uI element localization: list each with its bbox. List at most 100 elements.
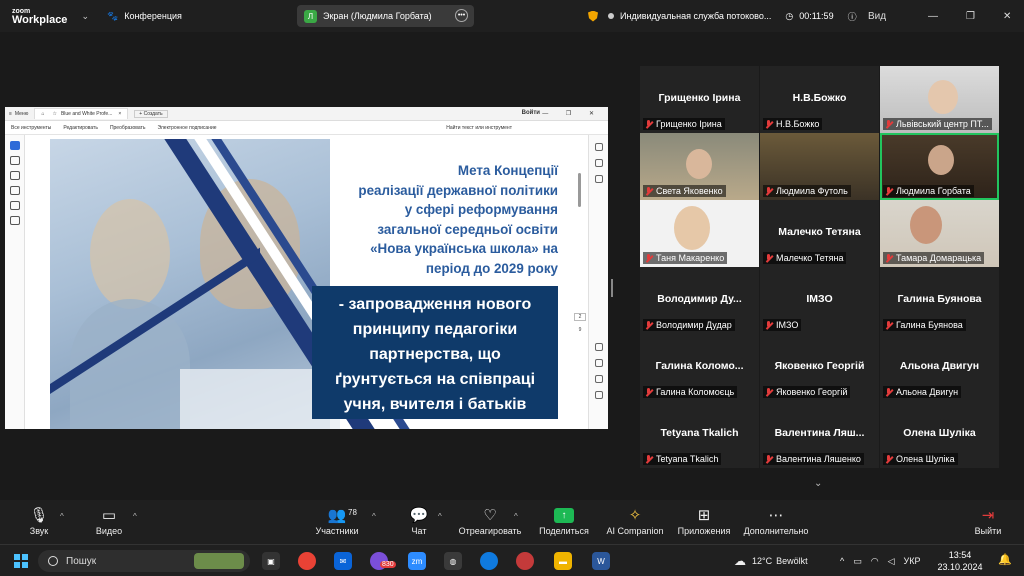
media-app-icon[interactable] [516,552,534,570]
mail-icon[interactable]: ✉ [334,552,352,570]
minimize-icon[interactable]: — [928,0,938,32]
participant-tile-video[interactable]: Тамара Домарацька [880,200,999,267]
edge-icon[interactable] [480,552,498,570]
wifi-icon[interactable]: ◠ [871,556,879,567]
more-button[interactable]: ⋯ Дополнительно [741,506,811,536]
word-icon[interactable]: W [592,552,610,570]
notification-bell-icon[interactable]: 🔔 [998,553,1012,566]
ai-companion-button[interactable]: ✧ AI Companion [603,506,667,536]
video-button[interactable]: ▭ Видео [94,506,124,536]
participant-video-face [686,149,712,179]
pen-tool-icon [9,171,20,180]
taskbar-search-input[interactable]: Пошук [38,550,250,572]
cloud-icon: ☁ [734,554,746,568]
chrome-icon[interactable] [298,552,316,570]
app-icon[interactable]: ◍ [444,552,462,570]
participants-button[interactable]: 👥 78 Участники [312,506,362,536]
participant-tile-video[interactable]: Таня Макаренко [640,200,759,267]
cursor-tool-icon [9,141,20,150]
file-explorer-icon[interactable]: ▬ [554,552,572,570]
participant-tile[interactable]: Грищенко Ірина Грищенко Ірина [640,66,759,133]
participant-tile[interactable]: Яковенко Георгій Яковенко Георгій [760,334,879,401]
stream-label[interactable]: Индивидуальная служба потоково... [620,11,771,21]
participant-tile[interactable]: Tetyana Tkalich Tetyana Tkalich [640,401,759,468]
apps-label: Приложения [677,526,731,536]
react-options-caret[interactable]: ^ [514,512,518,521]
weather-widget[interactable]: ☁ 12°C Bewölkt [734,545,808,576]
mic-muted-icon [885,320,892,330]
task-view-icon[interactable]: ▣ [262,552,280,570]
participant-tile[interactable]: Альона Двигун Альона Двигун [880,334,999,401]
mic-muted-icon [645,454,652,464]
participant-label-text: Олена Шуліка [896,454,955,464]
participant-label: ІМЗО [763,319,802,331]
share-screen-icon: ↑ [554,508,574,523]
close-icon[interactable]: ✕ [1003,0,1011,32]
participant-label-text: Н.В.Божко [776,119,820,129]
chat-button[interactable]: 💬 Чат [404,506,434,536]
panel-splitter[interactable] [611,279,613,297]
participant-tile-video-active[interactable]: Людмила Горбата [880,133,999,200]
battery-icon[interactable]: ▭ [853,556,862,567]
audio-options-caret[interactable]: ^ [60,512,64,521]
participant-tile[interactable]: Валентина Ляш... Валентина Ляшенко [760,401,879,468]
share-button[interactable]: ↑ Поделиться [537,506,591,536]
audio-label: Звук [29,526,49,536]
taskbar-clock[interactable]: 13:54 23.10.2024 [932,549,988,573]
volume-icon[interactable]: ◁ [888,556,895,567]
participants-options-caret[interactable]: ^ [372,512,376,521]
participant-tile[interactable]: Галина Коломо... Галина Коломоєць [640,334,759,401]
more-dots-icon: ⋯ [768,507,784,524]
react-button[interactable]: ♡ Отреагировать [458,506,522,536]
info-icon[interactable]: ⓘ [848,10,857,23]
slide-title-line: у сфері реформування [404,202,558,218]
participant-tile-video[interactable]: Львівський центр ПТ... [880,66,999,133]
participant-tile-video[interactable]: Света Яковенко [640,133,759,200]
video-options-caret[interactable]: ^ [133,512,137,521]
participant-tile[interactable]: Малечко Тетяна Малечко Тетяна [760,200,879,267]
shield-icon[interactable] [588,10,598,22]
mic-muted-icon [645,320,652,330]
meeting-info-button[interactable]: 🐾 Конференция [107,11,182,22]
participant-tile[interactable]: Галина Буянова Галина Буянова [880,267,999,334]
restore-icon[interactable]: ❐ [966,0,975,32]
tab-close-icon: × [118,111,122,117]
notification-badge: 830 [380,561,396,568]
mic-muted-icon [645,387,652,397]
meeting-toolbar: 🎙 Звук ^ ▭ Видео ^ 👥 78 Участники ^ 💬 Ча… [0,500,1024,544]
meeting-timer: 00:11:59 [799,11,834,21]
editor-login: Войти [521,110,540,116]
gallery-next-page-icon[interactable]: ⌄ [814,478,822,489]
chevron-down-icon[interactable]: ⌄ [81,11,89,22]
mic-muted-icon [885,186,892,196]
chat-options-caret[interactable]: ^ [438,512,442,521]
star-icon: ☆ [52,111,57,117]
share-icon [594,159,603,167]
search-placeholder: Пошук [66,555,97,567]
lasso-tool-icon [9,186,20,195]
leave-button[interactable]: ⇥ Выйти [970,506,1006,536]
screen-share-pill[interactable]: Л Экран (Людмила Горбата) ••• [297,5,474,27]
slide-title-line: період до 2029 року [425,260,558,276]
participant-tile[interactable]: Н.В.Божко Н.В.Божко [760,66,879,133]
keyboard-lang[interactable]: УКР [904,556,921,566]
mic-muted-icon [885,387,892,397]
windows-start-icon[interactable] [14,554,28,568]
photo-child [90,199,170,309]
zoom-logo: zoom Workplace [12,7,67,26]
chevron-up-icon[interactable]: ^ [840,556,844,566]
participant-tile[interactable]: Олена Шуліка Олена Шуліка [880,401,999,468]
more-icon[interactable]: ••• [455,9,468,22]
participant-tile[interactable]: ІМЗО ІМЗО [760,267,879,334]
apps-button[interactable]: ⊞ Приложения [675,506,733,536]
participant-label-text: Света Яковенко [656,186,723,196]
participant-tile[interactable]: Володимир Ду... Володимир Дудар [640,267,759,334]
save-icon [594,359,603,367]
view-button[interactable]: Вид [868,0,886,32]
editor-menubar: Все инструменты Редактировать Преобразов… [5,121,608,135]
participant-tile-video[interactable]: Людмила Футоль [760,133,879,200]
audio-button[interactable]: 🎙 Звук [24,506,54,536]
participant-label-text: ІМЗО [776,320,799,330]
participant-name: Яковенко Георгій [774,360,865,372]
zoom-taskbar-icon[interactable]: zm [408,552,426,570]
